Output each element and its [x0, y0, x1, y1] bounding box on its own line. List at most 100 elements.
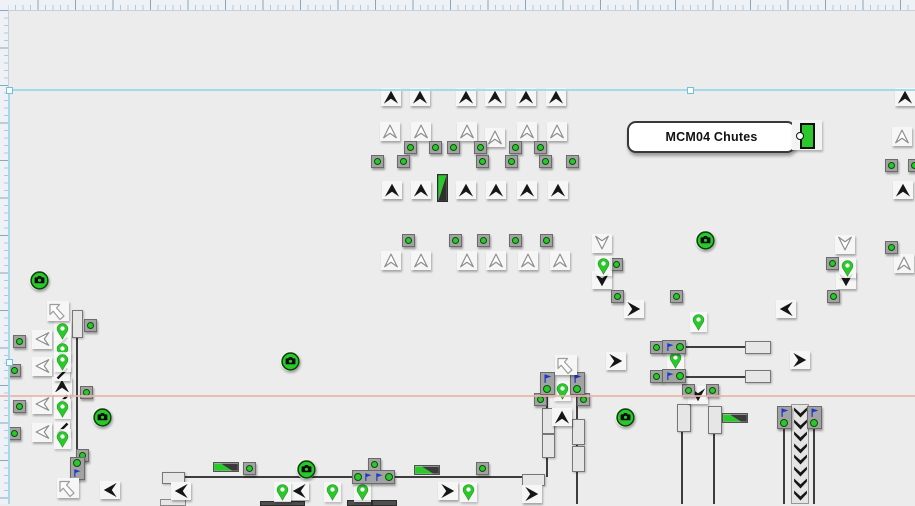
conveyor-end: [72, 310, 83, 338]
right-chevron-black-icon: [624, 300, 644, 318]
up-chevron-outline-icon: [892, 127, 912, 146]
camera-icon[interactable]: [280, 351, 300, 371]
up-chevron-outline-icon: [457, 122, 477, 141]
status-indicator[interactable]: [368, 458, 381, 471]
status-indicator[interactable]: [429, 141, 442, 154]
status-indicator[interactable]: [650, 341, 663, 354]
up-chevron-black-icon: [411, 181, 431, 199]
return-arrow-icon: [47, 301, 69, 321]
status-indicator[interactable]: [885, 241, 898, 254]
location-pin-icon[interactable]: [54, 352, 71, 372]
flag-status-device[interactable]: [662, 369, 686, 383]
diagram-canvas[interactable]: MCM04 Chutes: [0, 0, 915, 504]
selection-outline-left[interactable]: [8, 90, 10, 504]
status-indicator[interactable]: [477, 234, 490, 247]
status-indicator[interactable]: [509, 234, 522, 247]
down-chevron-outline-icon: [835, 235, 855, 254]
status-indicator[interactable]: [670, 290, 683, 303]
up-chevron-outline-icon: [486, 251, 506, 270]
conveyor-end: [572, 419, 585, 445]
status-indicator[interactable]: [371, 155, 384, 168]
right-chevron-black-icon: [606, 352, 626, 370]
status-indicator[interactable]: [826, 257, 839, 270]
status-indicator[interactable]: [447, 141, 460, 154]
status-indicator[interactable]: [505, 155, 518, 168]
status-indicator[interactable]: [397, 155, 410, 168]
status-indicator[interactable]: [476, 462, 489, 475]
belt-wedge-icon: [414, 465, 440, 475]
status-cluster-device[interactable]: [352, 470, 395, 484]
location-pin-icon[interactable]: [460, 482, 477, 502]
up-chevron-outline-icon: [547, 122, 567, 141]
location-pin-icon[interactable]: [354, 482, 371, 502]
location-pin-icon[interactable]: [839, 258, 856, 278]
flag-status-device[interactable]: [777, 406, 792, 429]
camera-icon[interactable]: [29, 270, 49, 290]
conveyor-end: [677, 404, 691, 432]
status-indicator[interactable]: [611, 290, 624, 303]
return-arrow-icon: [555, 355, 577, 375]
status-indicator[interactable]: [908, 159, 915, 172]
selection-handle[interactable]: [6, 87, 13, 94]
status-indicator[interactable]: [534, 141, 547, 154]
location-pin-icon[interactable]: [324, 482, 341, 502]
left-chevron-outline-icon: [32, 423, 52, 442]
conveyor-end: [745, 341, 771, 354]
left-chevron-black-icon: [776, 300, 796, 318]
status-indicator[interactable]: [650, 370, 663, 383]
up-chevron-black-icon: [552, 408, 572, 426]
status-flag-device[interactable]: [70, 457, 85, 480]
camera-icon[interactable]: [615, 407, 635, 427]
conveyor-line: [783, 428, 785, 504]
status-indicator[interactable]: [476, 155, 489, 168]
left-chevron-outline-icon: [32, 330, 52, 349]
status-indicator[interactable]: [474, 141, 487, 154]
up-chevron-outline-icon: [380, 122, 400, 141]
status-indicator[interactable]: [404, 141, 417, 154]
up-chevron-black-icon: [548, 181, 568, 199]
up-chevron-black-icon: [517, 181, 537, 199]
flag-status-device[interactable]: [540, 372, 555, 395]
status-indicator[interactable]: [540, 234, 553, 247]
up-chevron-outline-icon: [517, 122, 537, 141]
camera-icon[interactable]: [695, 230, 715, 250]
selection-outline-top[interactable]: [9, 89, 915, 91]
selection-handle[interactable]: [687, 87, 694, 94]
selection-handle[interactable]: [6, 359, 13, 366]
conveyor-line: [685, 346, 745, 348]
up-chevron-outline-icon: [381, 251, 401, 270]
status-indicator[interactable]: [449, 234, 462, 247]
up-chevron-outline-icon: [518, 251, 538, 270]
gate-valve-indicator[interactable]: [792, 120, 822, 150]
partial-tile: [372, 500, 397, 506]
flag-status-device[interactable]: [662, 340, 686, 354]
location-pin-icon[interactable]: [274, 482, 291, 502]
right-chevron-black-icon: [438, 482, 458, 500]
status-indicator[interactable]: [539, 155, 552, 168]
status-indicator[interactable]: [84, 319, 97, 332]
status-indicator[interactable]: [13, 400, 26, 413]
status-indicator[interactable]: [13, 335, 26, 348]
location-pin-icon[interactable]: [54, 321, 71, 341]
red-guide-line: [0, 395, 915, 397]
status-indicator[interactable]: [243, 462, 256, 475]
status-indicator[interactable]: [827, 290, 840, 303]
camera-icon[interactable]: [92, 407, 112, 427]
status-indicator[interactable]: [566, 155, 579, 168]
location-pin-icon[interactable]: [54, 429, 71, 449]
up-chevron-black-icon: [893, 181, 913, 199]
camera-icon[interactable]: [296, 459, 316, 479]
location-pin-icon[interactable]: [595, 256, 612, 276]
location-pin-icon[interactable]: [554, 381, 571, 401]
status-indicator[interactable]: [885, 159, 898, 172]
status-indicator[interactable]: [402, 234, 415, 247]
location-pin-icon[interactable]: [690, 312, 707, 332]
location-pin-icon[interactable]: [54, 399, 71, 419]
flag-status-device[interactable]: [807, 406, 822, 429]
chute-label-button[interactable]: MCM04 Chutes: [627, 121, 796, 153]
conveyor-end: [745, 370, 771, 383]
status-indicator[interactable]: [509, 141, 522, 154]
return-arrow-icon: [57, 478, 79, 498]
left-chevron-black-icon: [100, 481, 120, 499]
right-chevron-black-icon: [522, 485, 542, 503]
